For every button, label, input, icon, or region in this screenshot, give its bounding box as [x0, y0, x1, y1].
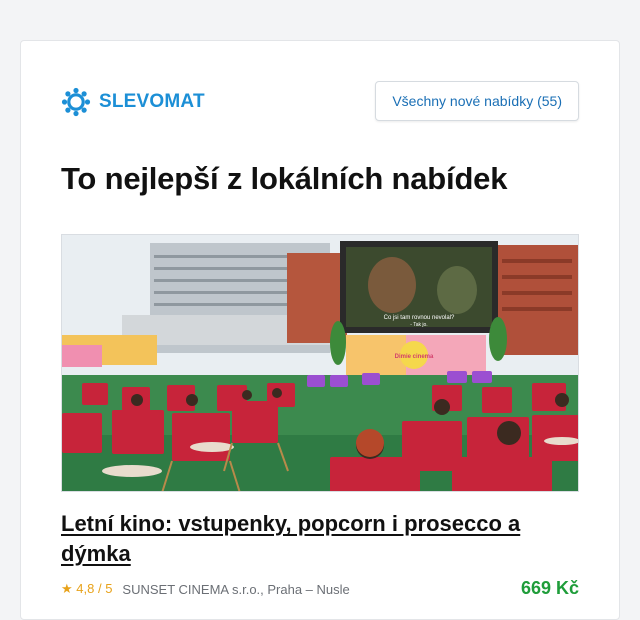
screen-subtitle-2: - Tak jo. [410, 322, 427, 328]
rating-value: 4,8 / 5 [76, 581, 113, 596]
slevomat-logo[interactable]: SLEVOMAT [61, 87, 205, 117]
merchant-name: SUNSET CINEMA s.r.o., Praha – Nusle [122, 581, 350, 597]
screen-subtitle-1: Co jsi tam rovnou nevolal? [384, 315, 455, 321]
page-title: To nejlepší z lokálních nabídek [61, 161, 508, 196]
gear-icon [61, 87, 91, 117]
offer-price: 669 Kč [520, 578, 579, 598]
star-icon: ★ [61, 581, 73, 596]
offer-image[interactable]: Co jsi tam rovnou nevolal? - Tak jo. Dim… [61, 234, 579, 492]
banner-text: Dimie cinema [395, 354, 434, 360]
all-offers-button[interactable]: Všechny nové nabídky (55) [375, 81, 579, 121]
offer-title-link[interactable]: Letní kino: vstupenky, popcorn i prosecc… [61, 509, 561, 569]
rating: ★ 4,8 / 5 [61, 581, 112, 597]
logo-text: SLEVOMAT [99, 91, 205, 112]
email-card: SLEVOMAT Všechny nové nabídky (55) To ne… [20, 40, 620, 620]
header: SLEVOMAT Všechny nové nabídky (55) [61, 81, 579, 123]
offer-meta: ★ 4,8 / 5 SUNSET CINEMA s.r.o., Praha – … [61, 581, 350, 597]
